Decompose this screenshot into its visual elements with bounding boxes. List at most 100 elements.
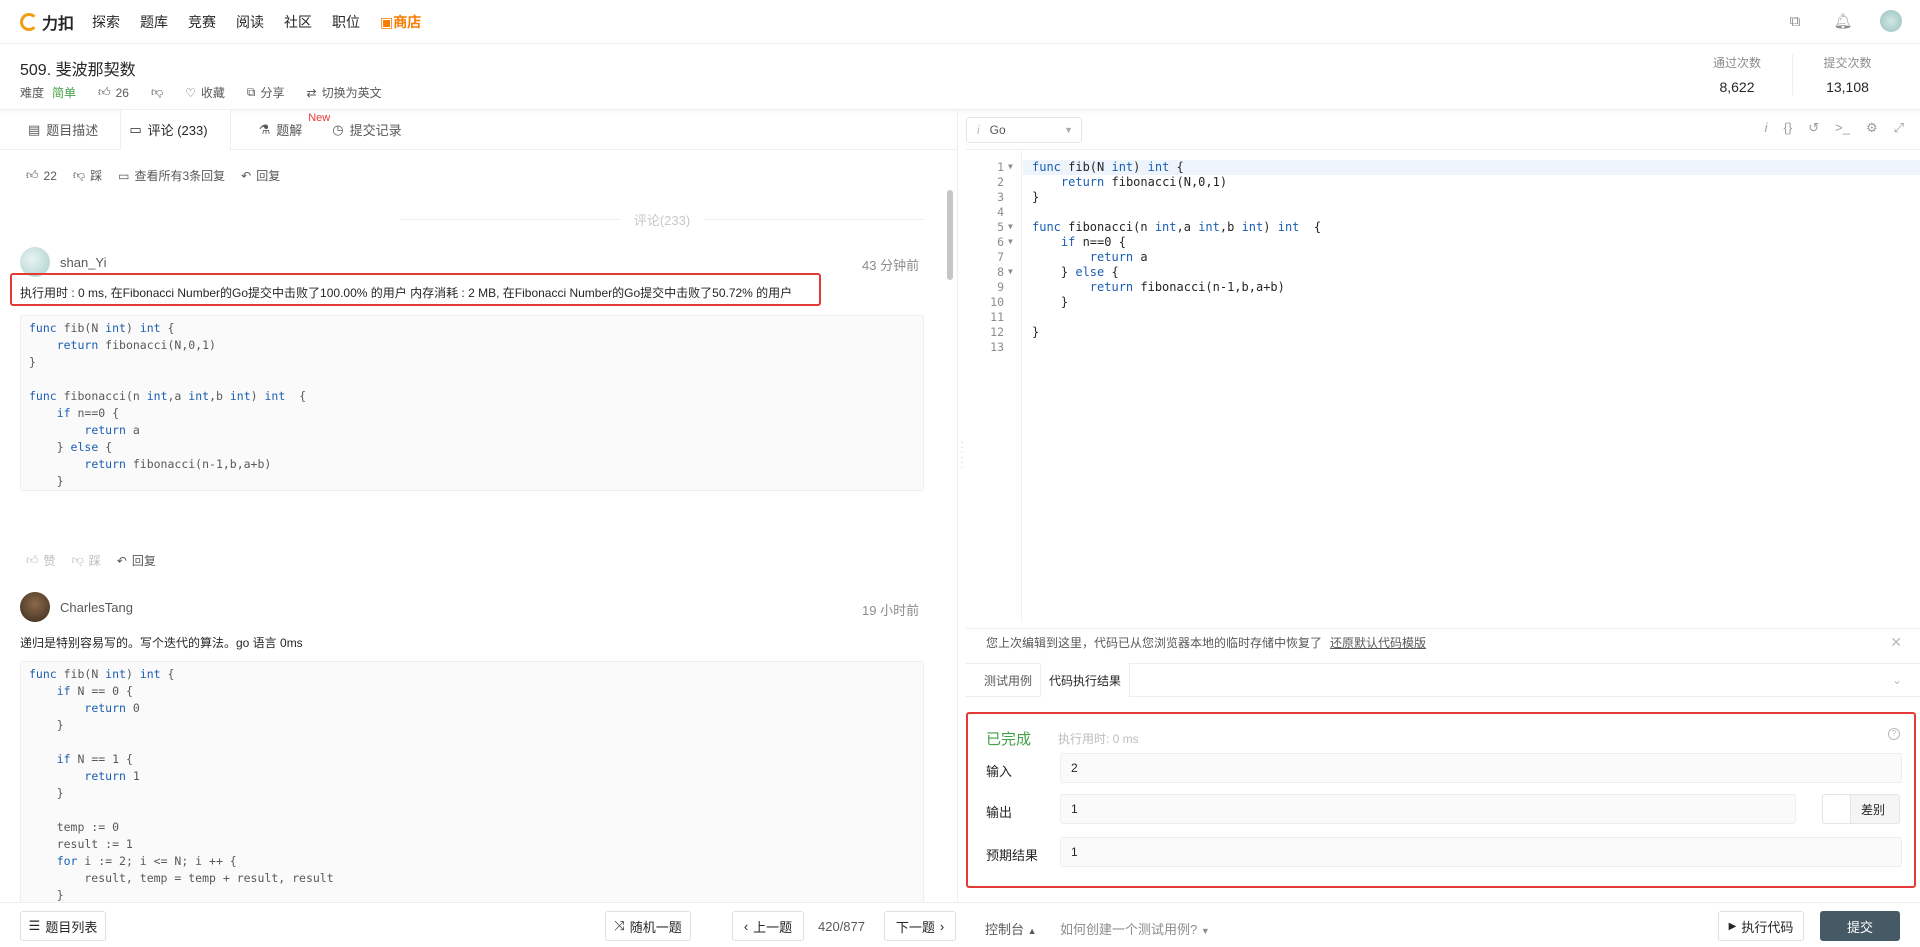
output-label: 输出 [986, 805, 1013, 820]
code-line: return fibonacci(N,0,1) [1060, 175, 1228, 189]
comments-scrollbar[interactable] [947, 190, 953, 280]
tab-comments[interactable]: ▭ 评论 (233) [120, 110, 231, 150]
console-label: 控制台 [985, 922, 1025, 937]
comment-username[interactable]: shan_Yi [60, 255, 107, 270]
chevron-left-icon: ‹ [743, 918, 749, 934]
left-tabs: ▤ 题目描述 ▭ 评论 (233) ⚗ 题解 New ◷ 提交记录 [0, 110, 957, 150]
tab-run-result[interactable]: 代码执行结果 [1040, 663, 1131, 697]
fold-arrow-icon[interactable]: ▼ [1008, 237, 1013, 246]
nav-shop[interactable]: ▣商店 [380, 12, 421, 32]
terminal-icon[interactable]: >_ [1835, 120, 1850, 136]
random-problem-button[interactable]: ⤨ 随机一题 [605, 911, 691, 941]
dislike-label: 踩 [88, 554, 101, 568]
prev-problem-label: 上一题 [753, 919, 793, 935]
panel-resize-handle[interactable]: · · · · · · [958, 438, 966, 473]
tab-submissions[interactable]: ◷ 提交记录 [324, 110, 423, 150]
switch-language-label: 切换为英文 [321, 86, 382, 100]
code-line: return a [1089, 250, 1148, 264]
next-problem-button[interactable]: 下一题 › [884, 911, 956, 941]
view-replies-button[interactable]: ▭ 查看所有3条回复 [118, 167, 225, 184]
reply-button[interactable]: ↶ 回复 [241, 167, 280, 184]
dislike-button[interactable]: 👎︎ [151, 85, 163, 100]
comment-author: CharlesTang [20, 592, 133, 622]
share-button[interactable]: ⧉ 分享 [247, 84, 285, 101]
line-number: 12 [990, 325, 1004, 339]
thumbs-up-icon: 👍︎ [26, 168, 39, 182]
restore-default-link[interactable]: 还原默认代码模版 [1330, 634, 1426, 651]
diff-switch[interactable] [1823, 795, 1851, 823]
comment-actions: 👍︎ 赞 👎︎ 踩 ↶ 回复 [26, 552, 156, 569]
submit-button[interactable]: 提交 [1820, 911, 1900, 941]
right-panel: i Go ▼ i {} ↺ >_ ⚙ ⤢ 1 2 3 4 5 6 7 8 9 1… [966, 110, 1920, 902]
difficulty-label: 难度 [20, 86, 45, 100]
comment-dislike-button[interactable]: 👎︎ 踩 [73, 167, 102, 184]
fullscreen-icon[interactable]: ⤢ [1894, 120, 1904, 136]
switch-language-button[interactable]: ⇄ 切换为英文 [307, 84, 382, 101]
problem-list-label: 题目列表 [45, 919, 98, 935]
code-line: } [1032, 295, 1069, 309]
tab-solutions[interactable]: ⚗ 题解 New [251, 110, 331, 150]
problem-list-button[interactable]: ☰ 题目列表 [20, 911, 106, 941]
line-number: 6 [997, 235, 1004, 249]
nav-contest[interactable]: 竞赛 [188, 12, 216, 32]
playground-icon[interactable]: ⧉ [1784, 10, 1806, 32]
stat-accepted-label: 通过次数 [1712, 56, 1761, 70]
logo-icon [20, 12, 38, 31]
prev-problem-button[interactable]: ‹ 上一题 [732, 911, 804, 941]
stat-submissions: 提交次数 13,108 [1792, 54, 1902, 95]
avatar[interactable] [20, 592, 50, 622]
fold-arrow-icon[interactable]: ▼ [1008, 267, 1013, 276]
nav-explore[interactable]: 探索 [92, 12, 120, 32]
fold-arrow-icon[interactable]: ▼ [1008, 162, 1013, 171]
comment-like-button[interactable]: 👍︎ 22 [26, 168, 57, 183]
like-count: 26 [115, 85, 129, 100]
info-icon: i [977, 122, 980, 137]
tab-submissions-label: 提交记录 [349, 123, 402, 138]
submit-label: 提交 [1846, 919, 1873, 935]
console-toggle[interactable]: 控制台 ▲ [985, 919, 1037, 938]
howto-label: 如何创建一个测试用例? [1060, 922, 1198, 937]
run-code-button[interactable]: ▶ 执行代码 [1718, 911, 1804, 941]
reply-button[interactable]: ↶ 回复 [117, 552, 156, 569]
code-line: return fibonacci(n-1,b,a+b) [1089, 280, 1285, 294]
diff-toggle[interactable]: 差别 [1822, 794, 1900, 824]
line-number: 10 [990, 295, 1004, 309]
clock-icon: ◷ [332, 121, 344, 137]
nav-community[interactable]: 社区 [284, 12, 312, 32]
tab-testcase[interactable]: 测试用例 [976, 663, 1040, 697]
tab-description[interactable]: ▤ 题目描述 [20, 110, 120, 150]
chevron-down-icon[interactable]: ⌄ [1892, 673, 1902, 687]
share-label: 分享 [260, 86, 285, 100]
nav-jobs[interactable]: 职位 [332, 12, 360, 32]
shop-icon: ▣ [380, 13, 394, 30]
flask-icon: ⚗ [258, 121, 271, 137]
comment-username[interactable]: CharlesTang [60, 600, 133, 615]
result-time: 执行用时: 0 ms [1058, 732, 1139, 746]
like-label: 赞 [43, 554, 56, 568]
comment-dislike-button[interactable]: 👎︎ 踩 [72, 552, 101, 569]
collect-button[interactable]: ♡ 收藏 [185, 84, 225, 101]
reply-label: 回复 [256, 169, 281, 183]
like-button[interactable]: 👍︎ 26 [98, 85, 129, 100]
language-select[interactable]: i Go ▼ [966, 116, 1082, 143]
editor-tools: i {} ↺ >_ ⚙ ⤢ [1765, 120, 1904, 136]
user-avatar[interactable] [1880, 10, 1902, 32]
howto-testcase-link[interactable]: 如何创建一个测试用例? ▼ [1060, 919, 1210, 938]
code-line: } [1032, 190, 1040, 204]
settings-icon[interactable]: ⚙ [1866, 120, 1878, 136]
logo[interactable]: 力扣 [20, 10, 74, 34]
line-number: 13 [990, 340, 1004, 354]
info-icon[interactable]: i [1765, 120, 1768, 136]
nav-problems[interactable]: 题库 [140, 12, 168, 32]
fold-arrow-icon[interactable]: ▼ [1008, 222, 1013, 231]
nav-read[interactable]: 阅读 [236, 12, 264, 32]
reset-icon[interactable]: ↺ [1808, 120, 1819, 136]
comment-dislike-label: 踩 [90, 169, 103, 183]
braces-icon[interactable]: {} [1784, 120, 1793, 136]
comment-like-button[interactable]: 👍︎ 赞 [26, 552, 56, 569]
help-icon[interactable]: ? [1888, 728, 1900, 740]
difficulty-value: 简单 [52, 86, 77, 100]
close-icon[interactable]: ✕ [1890, 634, 1902, 651]
bell-icon[interactable]: 🔔︎ [1832, 10, 1854, 32]
code-editor[interactable]: 1 2 3 4 5 6 7 8 9 10 11 12 13 ▼ ▼ ▼ ▼ fu… [966, 150, 1920, 622]
